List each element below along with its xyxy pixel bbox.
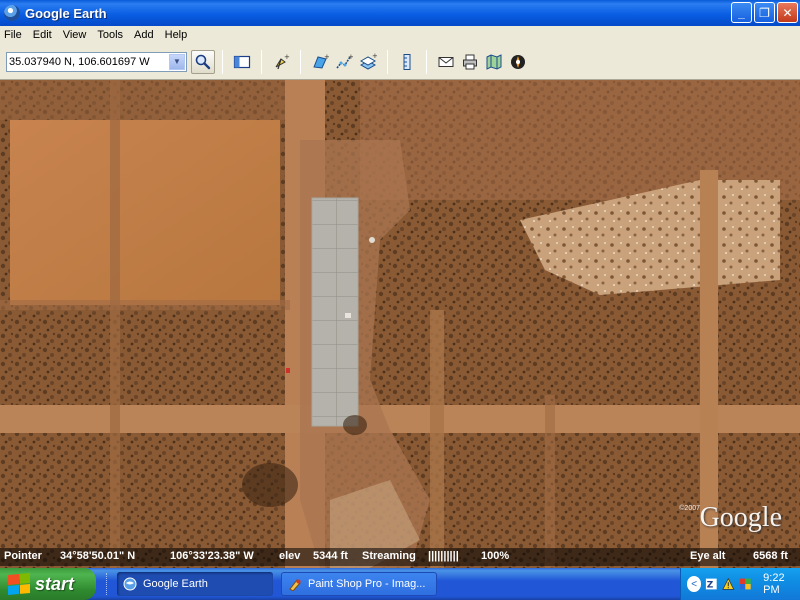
email-button[interactable] xyxy=(434,50,458,74)
svg-text:+: + xyxy=(284,53,290,61)
pointer-label: Pointer xyxy=(4,550,42,562)
title-bar: Google Earth _ ❐ ✕ xyxy=(0,0,800,26)
menu-view[interactable]: View xyxy=(63,29,87,41)
show-hidden-icons-button[interactable]: < xyxy=(687,576,702,592)
toolbar-separator xyxy=(261,49,262,74)
toolbar-separator xyxy=(300,49,301,74)
polygon-icon: + xyxy=(313,53,329,69)
placemark-icon: + xyxy=(275,53,290,69)
paint-shop-pro-icon xyxy=(289,579,301,591)
svg-text:+: + xyxy=(348,53,353,61)
imagery-copyright: ©2007 xyxy=(679,505,700,512)
taskbar-item-paint-shop-pro[interactable]: Paint Shop Pro - Imag... xyxy=(281,572,437,596)
ruler-icon xyxy=(403,53,411,70)
image-overlay-icon: + xyxy=(359,53,377,70)
fly-to-combobox[interactable]: ▼ xyxy=(6,51,187,72)
search-button[interactable] xyxy=(191,49,215,74)
sidebar-toggle-icon xyxy=(233,55,251,68)
sky-button[interactable] xyxy=(506,50,530,74)
eye-alt-label: Eye alt xyxy=(690,550,726,562)
streaming-label: Streaming xyxy=(362,550,416,562)
menu-add[interactable]: Add xyxy=(134,29,154,41)
taskbar-item-google-earth[interactable]: Google Earth xyxy=(117,572,273,596)
window-title: Google Earth xyxy=(25,5,107,21)
taskbar-item-label: Paint Shop Pro - Imag... xyxy=(308,578,426,590)
print-button[interactable] xyxy=(458,50,482,74)
taskbar-grip xyxy=(106,573,109,595)
eye-alt-value: 6568 ft xyxy=(753,550,788,562)
add-path-button[interactable]: + xyxy=(332,50,356,74)
elevation-value: 5344 ft xyxy=(313,550,348,562)
system-tray: < Z 9:22 PM xyxy=(680,568,800,600)
sidebar-toggle-button[interactable] xyxy=(230,50,254,74)
zonealarm-icon[interactable]: Z xyxy=(705,577,718,591)
google-watermark: Google xyxy=(699,502,782,533)
clock[interactable]: 9:22 PM xyxy=(763,572,800,596)
toolbar-separator xyxy=(387,49,388,74)
streaming-bars: |||||||||| xyxy=(428,550,459,562)
elevation-label: elev xyxy=(279,550,301,562)
email-icon xyxy=(438,56,454,67)
status-bar: Pointer 34°58'50.01" N 106°33'23.38" W e… xyxy=(0,548,800,566)
menu-bar: File Edit View Tools Add Help xyxy=(0,26,800,44)
add-polygon-button[interactable]: + xyxy=(308,50,332,74)
windows-logo-icon xyxy=(8,573,30,595)
menu-help[interactable]: Help xyxy=(165,29,188,41)
ruler-button[interactable] xyxy=(395,50,419,74)
menu-file[interactable]: File xyxy=(4,29,22,41)
svg-text:+: + xyxy=(372,53,377,60)
svg-text:Z: Z xyxy=(707,581,714,591)
svg-text:+: + xyxy=(324,53,329,61)
satellite-imagery[interactable] xyxy=(0,80,800,568)
add-placemark-button[interactable]: + xyxy=(269,50,293,74)
search-icon xyxy=(195,54,211,69)
maps-icon xyxy=(486,53,502,70)
search-input[interactable] xyxy=(7,52,167,71)
toolbar-separator xyxy=(426,49,427,74)
maximize-button[interactable]: ❐ xyxy=(754,2,775,23)
google-maps-button[interactable] xyxy=(482,50,506,74)
start-label: start xyxy=(35,573,75,594)
pointer-latitude: 34°58'50.01" N xyxy=(60,550,136,562)
start-button[interactable]: start xyxy=(0,568,96,600)
taskbar-item-label: Google Earth xyxy=(143,578,208,590)
window-controls: _ ❐ ✕ xyxy=(731,2,798,23)
taskbar: start Google Earth Paint Shop Pro - Imag… xyxy=(0,568,800,600)
menu-tools[interactable]: Tools xyxy=(97,29,123,41)
minimize-button[interactable]: _ xyxy=(731,2,752,23)
streaming-percent: 100% xyxy=(481,550,510,562)
path-icon: + xyxy=(336,53,353,68)
toolbar-separator xyxy=(222,49,223,74)
close-button[interactable]: ✕ xyxy=(777,2,798,23)
map-view[interactable]: ©2007 Google xyxy=(0,80,800,568)
print-icon xyxy=(463,54,477,69)
pointer-longitude: 106°33'23.38" W xyxy=(170,550,254,562)
chevron-down-icon[interactable]: ▼ xyxy=(169,53,185,70)
google-earth-icon xyxy=(123,577,137,591)
toolbar: ▼ + + + xyxy=(0,44,800,80)
alert-icon[interactable] xyxy=(722,577,735,591)
menu-edit[interactable]: Edit xyxy=(33,29,52,41)
add-image-overlay-button[interactable]: + xyxy=(356,50,380,74)
sky-icon xyxy=(511,54,525,69)
windows-security-icon[interactable] xyxy=(739,577,752,591)
google-earth-icon xyxy=(4,5,20,21)
